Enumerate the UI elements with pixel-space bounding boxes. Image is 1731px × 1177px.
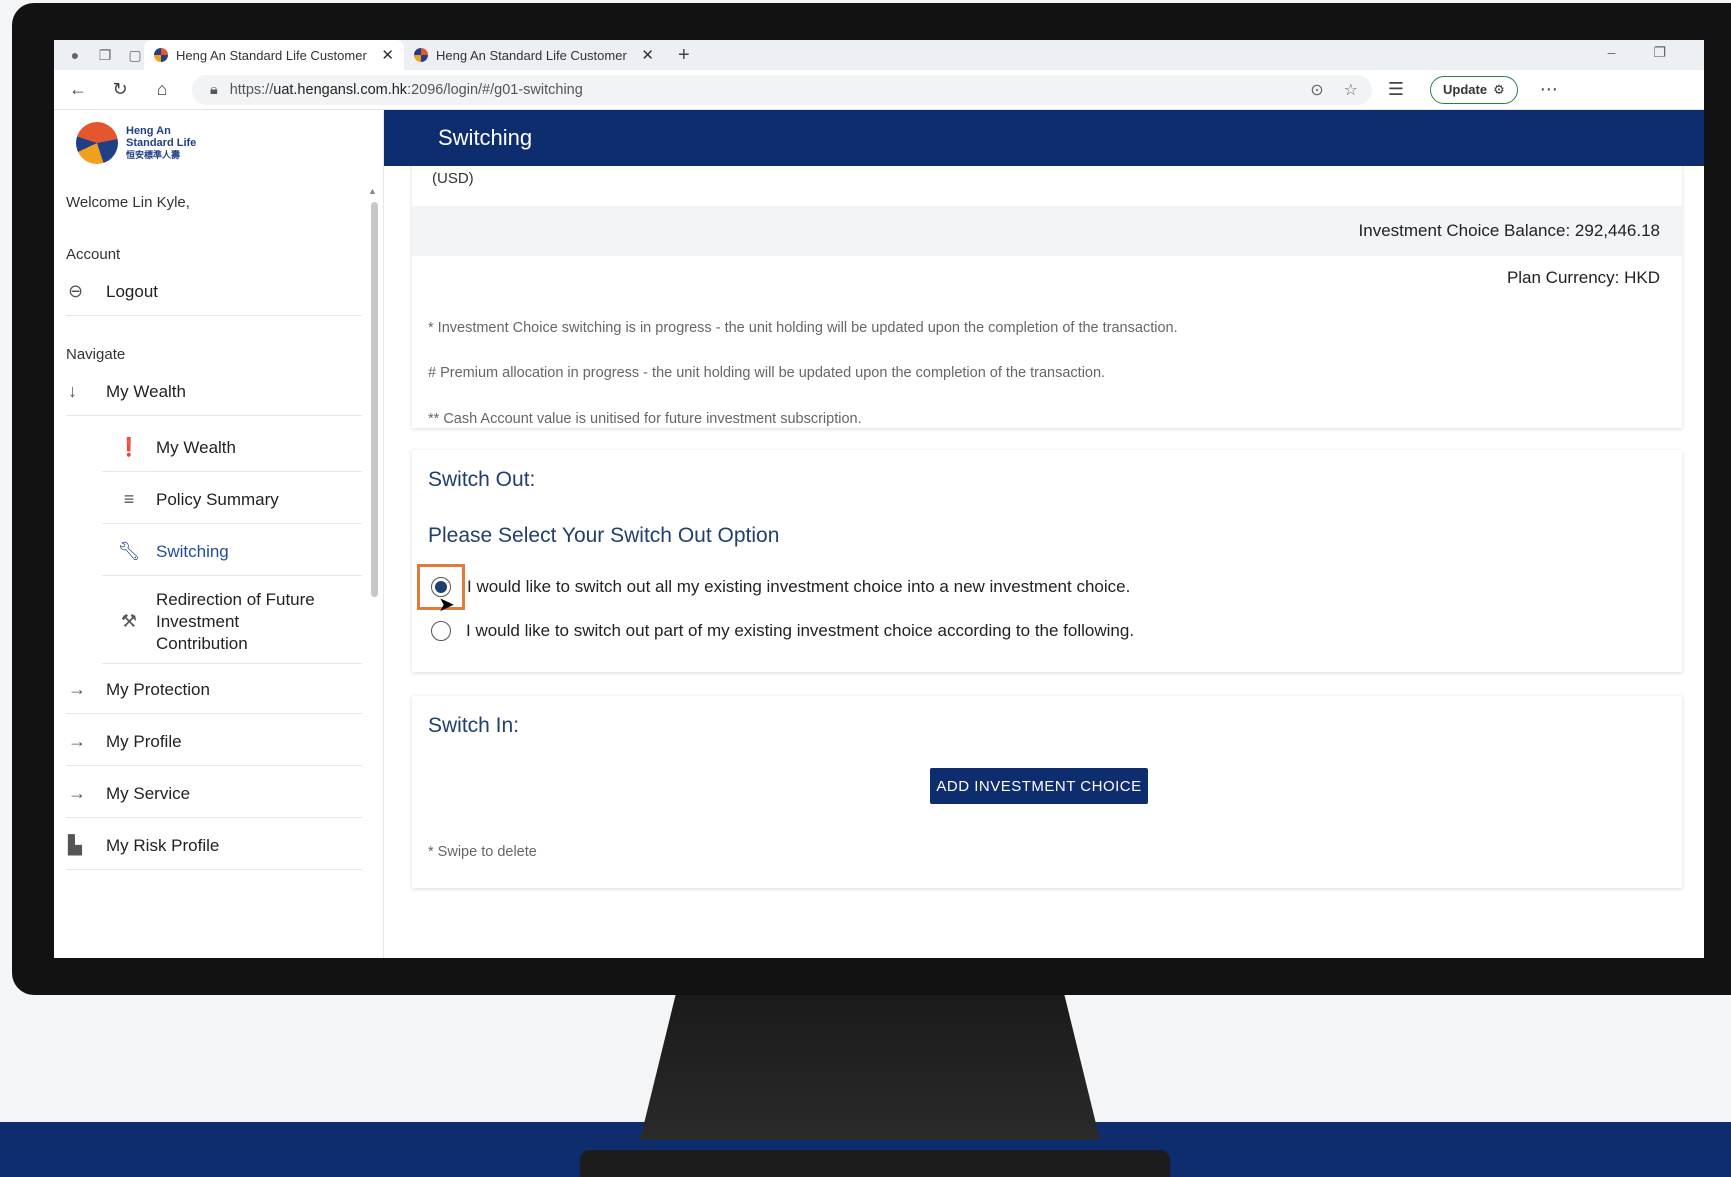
account-heading: Account xyxy=(66,246,121,263)
sidebar-item-label: Switching xyxy=(156,541,229,561)
logout-icon: ⊖ xyxy=(68,281,84,301)
logo-mark-icon xyxy=(76,122,118,164)
option-label: I would like to switch out part of my ex… xyxy=(466,621,1135,640)
option-switch-part[interactable]: I would like to switch out part of my ex… xyxy=(428,618,1134,644)
note-cash-account: ** Cash Account value is unitised for fu… xyxy=(428,411,862,427)
close-icon[interactable]: ✕ xyxy=(381,46,394,64)
switch-out-prompt: Please Select Your Switch Out Option xyxy=(428,524,780,547)
profile-icon[interactable]: ● xyxy=(66,47,84,63)
favorites-icon[interactable]: ☰ xyxy=(1378,79,1414,100)
sidebar-item-my-service[interactable]: → My Service xyxy=(66,770,362,818)
arrow-right-icon: → xyxy=(68,679,86,699)
sidebar-scrollbar[interactable] xyxy=(371,202,378,597)
mouse-cursor-icon: ➤ xyxy=(438,594,455,616)
document-icon: ▙ xyxy=(68,835,82,855)
sidebar-item-label: Redirection of Future Investment Contribut… xyxy=(156,589,315,653)
update-status-icon: ⚙ xyxy=(1493,81,1505,97)
new-tab-button[interactable]: + xyxy=(678,44,690,67)
sidebar-subitem-switching[interactable]: 🔧︎ Switching xyxy=(102,528,362,576)
sidebar-item-my-profile[interactable]: → My Profile xyxy=(66,718,362,766)
url-input[interactable]: 🔒︎ https://uat.hengansl.com.hk:2096/logi… xyxy=(192,74,1372,105)
logo[interactable]: Heng An Standard Life 恒安標準人壽 xyxy=(76,122,196,164)
arrow-right-icon: → xyxy=(68,783,86,803)
investment-balance: Investment Choice Balance: 292,446.18 xyxy=(412,206,1682,256)
fund-summary-card: Class A1 Acc (USD) Investment Choice Bal… xyxy=(412,150,1682,428)
reader-icon[interactable]: ⊙ xyxy=(1310,80,1323,100)
logo-text: Heng An Standard Life 恒安標準人壽 xyxy=(126,125,197,160)
welcome-text: Welcome Lin Kyle, xyxy=(66,194,190,211)
browser-tab-1[interactable]: Heng An Standard Life Customer ✕ xyxy=(144,40,404,70)
address-bar: ← ↻ ⌂ 🔒︎ https://uat.hengansl.com.hk:209… xyxy=(54,70,1704,110)
note-switching: * Investment Choice switching is in prog… xyxy=(428,320,1178,336)
note-premium: # Premium allocation in progress - the u… xyxy=(428,365,1106,381)
collections-icon[interactable]: ❐ xyxy=(96,47,114,63)
browser-window: ● ❐ ▢ Heng An Standard Life Customer ✕ H… xyxy=(54,40,1704,958)
sidebar-subitem-my-wealth[interactable]: ❗ My Wealth xyxy=(102,424,362,472)
option-switch-all[interactable]: ➤ I would like to switch out all my exis… xyxy=(417,564,1131,616)
update-label: Update xyxy=(1443,82,1488,97)
sidebar-subitem-policy-summary[interactable]: ≡ Policy Summary xyxy=(102,476,362,524)
main-content: Class A1 Acc (USD) Investment Choice Bal… xyxy=(384,110,1704,958)
sidebar-item-label: Policy Summary xyxy=(156,489,279,509)
sidebar-item-label: My Service xyxy=(106,783,191,803)
tab-title: Heng An Standard Life Customer xyxy=(436,47,627,63)
sidebar-item-label: My Protection xyxy=(106,679,210,699)
monitor-stand xyxy=(640,990,1100,1140)
option-label: I would like to switch out all my existi… xyxy=(467,577,1131,596)
add-investment-choice-button[interactable]: ADD INVESTMENT CHOICE xyxy=(930,768,1148,804)
close-icon[interactable]: ✕ xyxy=(641,46,654,64)
wrench-icon: 🔧︎ xyxy=(117,541,141,561)
switch-out-heading: Switch Out: xyxy=(428,468,536,491)
tools-icon: ⚒ xyxy=(120,611,138,631)
sidebar-subitem-redirection[interactable]: ⚒ Redirection of Future Investment Contrib… xyxy=(102,580,362,664)
switch-in-card: Switch In: ADD INVESTMENT CHOICE * Swipe… xyxy=(412,696,1682,888)
sidebar-item-label: My Risk Profile xyxy=(106,835,220,855)
minimize-icon[interactable]: – xyxy=(1608,44,1616,61)
sidebar-item-label: My Profile xyxy=(106,731,182,751)
url-text: https://uat.hengansl.com.hk:2096/login/#… xyxy=(229,81,583,98)
monitor-scene: ● ❐ ▢ Heng An Standard Life Customer ✕ H… xyxy=(0,0,1731,1177)
sidebar-item-label: Logout xyxy=(106,281,158,301)
sidebar-item-label: My Wealth xyxy=(106,381,186,401)
site-favicon-icon xyxy=(154,48,168,62)
sidebar: Heng An Standard Life 恒安標準人壽 ▲ Welcome L… xyxy=(54,110,384,958)
page-title: Switching xyxy=(384,110,1704,166)
arrow-down-icon: ↓ xyxy=(68,381,77,401)
scroll-up-arrow[interactable]: ▲ xyxy=(368,186,377,196)
sidebar-item-my-protection[interactable]: → My Protection xyxy=(66,666,362,714)
navigate-heading: Navigate xyxy=(66,346,126,363)
sidebar-item-label: My Wealth xyxy=(156,437,236,457)
list-icon: ≡ xyxy=(123,489,135,509)
alert-icon: ❗ xyxy=(117,437,141,457)
home-icon[interactable]: ⌂ xyxy=(144,79,180,100)
arrow-right-icon: → xyxy=(68,731,86,751)
sidebar-item-my-risk-profile[interactable]: ▙ My Risk Profile xyxy=(66,822,362,870)
site-favicon-icon xyxy=(414,48,428,62)
update-button[interactable]: Update ⚙ xyxy=(1430,75,1518,104)
lock-icon: 🔒︎ xyxy=(210,81,218,98)
sidebar-item-my-wealth[interactable]: ↓ My Wealth xyxy=(66,368,362,416)
star-icon[interactable]: ☆ xyxy=(1344,80,1358,100)
swipe-note: * Swipe to delete xyxy=(428,844,537,860)
radio-switch-part[interactable] xyxy=(428,618,454,644)
monitor-stand-base xyxy=(580,1150,1170,1177)
more-icon[interactable]: ⋯ xyxy=(1540,79,1558,100)
browser-tab-2[interactable]: Heng An Standard Life Customer ✕ xyxy=(404,40,664,70)
switch-in-heading: Switch In: xyxy=(428,714,520,737)
url-actions: ⊙ ☆ xyxy=(1310,80,1358,100)
refresh-icon[interactable]: ↻ xyxy=(102,79,138,100)
sidebar-item-logout[interactable]: ⊖ Logout xyxy=(66,268,362,316)
tab-actions-icon[interactable]: ▢ xyxy=(126,47,144,63)
window-controls: – ❐ xyxy=(1608,44,1666,61)
tab-title: Heng An Standard Life Customer xyxy=(176,47,367,63)
tab-bar: ● ❐ ▢ Heng An Standard Life Customer ✕ H… xyxy=(54,40,1704,70)
plan-currency: Plan Currency: HKD xyxy=(1506,268,1660,287)
radio-ring xyxy=(431,621,451,641)
app: Heng An Standard Life 恒安標準人壽 ▲ Welcome L… xyxy=(54,110,1704,958)
radio-switch-all[interactable]: ➤ xyxy=(417,564,465,616)
switch-out-card: Switch Out: Please Select Your Switch Ou… xyxy=(412,450,1682,672)
restore-icon[interactable]: ❐ xyxy=(1653,44,1666,61)
back-icon[interactable]: ← xyxy=(60,79,96,100)
